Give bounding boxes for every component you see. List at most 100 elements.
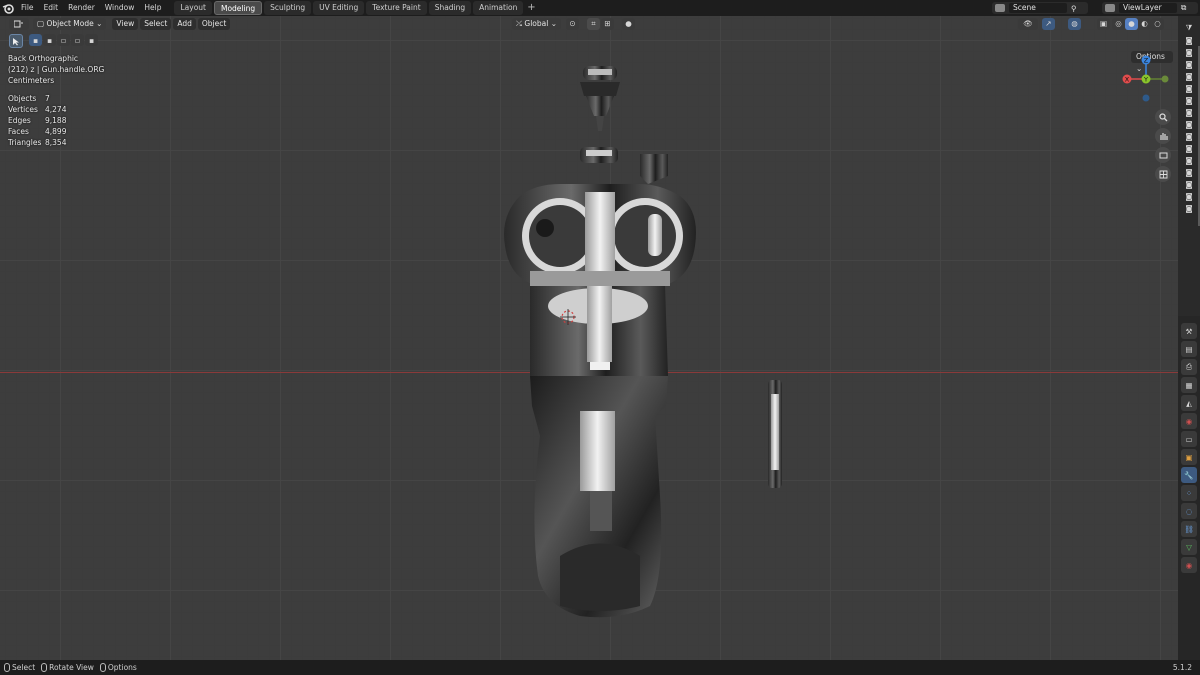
viewport-info-overlay: Back Orthographic (212) z | Gun.handle.O… <box>8 53 104 148</box>
gizmo-toggle-icon[interactable]: ↗ <box>1042 17 1055 30</box>
filter-icon[interactable]: ⧩ <box>1182 22 1196 34</box>
side-plate-part[interactable] <box>768 380 782 488</box>
copy-layer-icon[interactable]: ⧉ <box>1181 3 1186 13</box>
gizmo-z-label: Z <box>1144 57 1149 65</box>
view-layer-selector[interactable]: ViewLayer ⧉ <box>1102 2 1198 14</box>
perspective-grid-icon[interactable] <box>1155 166 1171 182</box>
menu-add[interactable]: Add <box>173 17 196 30</box>
menu-object[interactable]: Object <box>197 17 231 30</box>
tool-settings-icon[interactable]: ⚒ <box>1181 323 1197 339</box>
menu-file[interactable]: File <box>16 0 39 16</box>
world-properties-icon[interactable]: ◉ <box>1181 413 1197 429</box>
select-new-icon[interactable]: ▪ <box>29 34 42 46</box>
stat-faces: Faces 4,899 <box>8 127 67 136</box>
view-layer-icon <box>1105 4 1115 12</box>
viewport-header: ▢ Object Mode ⌄ View Select Add Object ⤯… <box>0 16 1178 31</box>
camera-icon[interactable]: ◙ <box>1182 190 1196 202</box>
menu-select[interactable]: Select <box>140 17 172 30</box>
blender-logo-icon[interactable] <box>0 0 16 16</box>
wireframe-shading-icon[interactable]: ◎ <box>1112 17 1125 30</box>
constraints-properties-icon[interactable]: ⛓ <box>1181 521 1197 537</box>
status-rotate-hint: Rotate View <box>41 663 94 672</box>
scene-properties-icon[interactable]: ◭ <box>1181 395 1197 411</box>
camera-icon[interactable]: ◙ <box>1182 58 1196 70</box>
camera-icon[interactable]: ◙ <box>1182 202 1196 214</box>
particles-properties-icon[interactable]: ⁘ <box>1181 485 1197 501</box>
snap-target-icon[interactable]: ⊞ <box>601 17 614 30</box>
pan-hand-icon[interactable] <box>1155 128 1171 144</box>
modifier-properties-icon[interactable]: 🔧 <box>1181 467 1197 483</box>
pivot-point-icon[interactable]: ⊙ <box>566 17 579 30</box>
camera-icon[interactable]: ◙ <box>1182 94 1196 106</box>
camera-icon[interactable]: ◙ <box>1182 178 1196 190</box>
proportional-edit-icon[interactable]: ● <box>622 17 635 30</box>
tab-texture-paint[interactable]: Texture Paint <box>366 1 427 15</box>
snap-magnet-icon[interactable]: ⌗ <box>587 17 600 30</box>
camera-icon[interactable]: ◙ <box>1182 166 1196 178</box>
xray-toggle-icon[interactable]: ▣ <box>1097 17 1110 30</box>
camera-icon[interactable]: ◙ <box>1182 46 1196 58</box>
tab-modeling[interactable]: Modeling <box>213 1 263 15</box>
3d-viewport[interactable]: Back Orthographic (212) z | Gun.handle.O… <box>0 16 1178 660</box>
camera-icon[interactable]: ◙ <box>1182 106 1196 118</box>
menu-render[interactable]: Render <box>63 0 100 16</box>
select-intersect-icon[interactable]: ▪ <box>85 34 98 46</box>
gizmo-x-label: X <box>1125 76 1130 84</box>
rear-sight-part[interactable] <box>580 147 668 184</box>
gizmo-y-label: Y <box>1143 76 1148 84</box>
menu-view[interactable]: View <box>112 17 139 30</box>
tab-shading[interactable]: Shading <box>428 1 472 15</box>
camera-icon[interactable]: ◙ <box>1182 34 1196 46</box>
stat-triangles: Triangles 8,354 <box>8 138 67 147</box>
tab-uv-editing[interactable]: UV Editing <box>313 1 365 15</box>
material-shading-icon[interactable]: ◐ <box>1138 17 1151 30</box>
physics-properties-icon[interactable]: ◌ <box>1181 503 1197 519</box>
view-layer-name-field[interactable]: ViewLayer <box>1119 3 1177 13</box>
collection-properties-icon[interactable]: ▭ <box>1181 431 1197 447</box>
object-mode-dropdown[interactable]: ▢ Object Mode ⌄ <box>33 17 107 30</box>
hammer-top-part[interactable] <box>580 66 620 131</box>
overlays-toggle-icon[interactable]: ◍ <box>1068 17 1081 30</box>
scene-selector[interactable]: Scene ⚲ <box>992 2 1088 14</box>
select-invert-icon[interactable]: ▫ <box>71 34 84 46</box>
solid-shading-icon[interactable]: ● <box>1125 17 1138 30</box>
render-properties-icon[interactable]: ▤ <box>1181 341 1197 357</box>
receiver-body[interactable] <box>530 286 668 376</box>
camera-icon[interactable]: ◙ <box>1182 82 1196 94</box>
scene-name-field[interactable]: Scene <box>1009 3 1067 13</box>
grip-handle[interactable] <box>530 376 668 618</box>
visibility-icon[interactable]: 👁 <box>1018 17 1038 30</box>
tab-animation[interactable]: Animation <box>473 1 524 15</box>
menu-window[interactable]: Window <box>100 0 140 16</box>
mouse-middle-icon <box>41 663 48 672</box>
transform-orientation-dropdown[interactable]: ⤯ Global ⌄ <box>512 17 561 30</box>
rendered-shading-icon[interactable]: ○ <box>1151 17 1164 30</box>
output-properties-icon[interactable]: ⎙ <box>1181 359 1197 375</box>
add-workspace-button[interactable]: + <box>525 1 537 15</box>
object-properties-icon[interactable]: ▣ <box>1181 449 1197 465</box>
tab-layout[interactable]: Layout <box>174 1 212 15</box>
camera-icon[interactable]: ◙ <box>1182 118 1196 130</box>
camera-icon[interactable]: ◙ <box>1182 142 1196 154</box>
data-properties-icon[interactable]: ▽ <box>1181 539 1197 555</box>
menu-help[interactable]: Help <box>139 0 166 16</box>
barrel-frame[interactable] <box>504 184 696 286</box>
zoom-icon[interactable] <box>1155 109 1171 125</box>
camera-icon[interactable]: ◙ <box>1182 70 1196 82</box>
scene-icon <box>995 4 1005 12</box>
pin-icon[interactable]: ⚲ <box>1071 4 1077 13</box>
material-properties-icon[interactable]: ◉ <box>1181 557 1197 573</box>
select-tool-icon[interactable] <box>9 34 23 48</box>
navigation-gizmo[interactable]: Z X Y <box>1121 54 1171 104</box>
gun-model[interactable] <box>0 16 1178 660</box>
status-select-hint: Select <box>4 663 35 672</box>
menu-edit[interactable]: Edit <box>39 0 64 16</box>
editor-type-icon[interactable] <box>9 17 29 30</box>
camera-icon[interactable]: ◙ <box>1182 130 1196 142</box>
camera-view-icon[interactable] <box>1155 147 1171 163</box>
select-extend-icon[interactable]: ▪ <box>43 34 56 46</box>
view-layer-properties-icon[interactable]: ▦ <box>1181 377 1197 393</box>
tab-sculpting[interactable]: Sculpting <box>264 1 312 15</box>
select-subtract-icon[interactable]: ▫ <box>57 34 70 46</box>
camera-icon[interactable]: ◙ <box>1182 154 1196 166</box>
